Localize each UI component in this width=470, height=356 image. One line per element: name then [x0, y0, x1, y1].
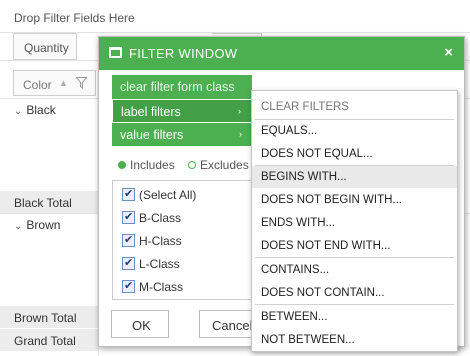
row-total-label: Grand Total — [14, 334, 76, 348]
menu-item-does-not-end-with[interactable]: DOES NOT END WITH... — [252, 235, 457, 257]
row-total-brown: Brown Total — [0, 306, 98, 328]
checkbox-checked-icon[interactable] — [122, 279, 135, 293]
label-filters-item[interactable]: label filters › — [112, 99, 252, 123]
checkbox-checked-icon[interactable] — [122, 233, 135, 247]
includes-label: Includes — [130, 158, 175, 172]
radio-unselected-icon — [188, 161, 196, 169]
filter-funnel-icon[interactable] — [75, 77, 88, 92]
checkbox-checked-icon[interactable] — [122, 210, 135, 224]
menu-item-label: NOT BETWEEN... — [261, 334, 355, 346]
menu-item-ends-with[interactable]: ENDS WITH... — [252, 212, 457, 234]
filter-drop-zone-label: Drop Filter Fields Here — [14, 11, 135, 25]
row-header-brown[interactable]: ⌄ Brown — [14, 218, 60, 232]
value-filters-label: value filters — [120, 128, 184, 142]
list-item-label: B-Class — [139, 211, 182, 225]
filter-window-header[interactable]: FILTER WINDOW × — [99, 37, 464, 70]
menu-item-label: ENDS WITH... — [261, 217, 336, 229]
menu-item-contains[interactable]: CONTAINS... — [252, 259, 457, 281]
menu-item-between[interactable]: BETWEEN... — [252, 306, 457, 328]
list-item-label: H-Class — [139, 234, 182, 248]
label-filters-label: label filters — [121, 105, 181, 119]
menu-divider — [255, 304, 454, 305]
color-field-label: Color — [23, 78, 52, 92]
filter-window-title: FILTER WINDOW — [129, 46, 238, 61]
collapse-chevron-icon[interactable]: ⌄ — [14, 221, 22, 232]
excludes-label: Excludes — [200, 158, 249, 172]
menu-item-does-not-contain[interactable]: DOES NOT CONTAIN... — [252, 282, 457, 304]
list-item-label: (Select All) — [139, 188, 197, 202]
menu-item-not-between[interactable]: NOT BETWEEN... — [252, 329, 457, 351]
menu-item-label: CLEAR FILTERS — [261, 101, 349, 113]
ok-button[interactable]: OK — [111, 310, 169, 338]
menu-item-label: DOES NOT CONTAIN... — [261, 287, 385, 299]
ok-button-label: OK — [132, 318, 151, 333]
menu-item-label: DOES NOT BEGIN WITH... — [261, 194, 402, 206]
chevron-right-icon: › — [239, 129, 242, 139]
row-total-label: Brown Total — [14, 311, 77, 325]
filter-type-menu: clear filter form class label filters › … — [112, 75, 252, 146]
close-icon[interactable]: × — [444, 44, 453, 61]
list-item-label: L-Class — [139, 257, 180, 271]
cancel-button[interactable]: Cancel — [199, 310, 259, 338]
member-list[interactable]: (Select All) B-Class H-Class L-Class M-C… — [112, 180, 272, 300]
quantity-field-label: Quantity — [24, 41, 69, 55]
list-item-label: M-Class — [139, 280, 183, 294]
row-header-label: Black — [26, 103, 56, 117]
quantity-field-button[interactable]: Quantity — [13, 33, 77, 60]
menu-item-label: CONTAINS... — [261, 264, 330, 276]
checkbox-checked-icon[interactable] — [122, 256, 135, 270]
filter-drop-zone[interactable]: Drop Filter Fields Here — [0, 0, 470, 33]
clear-filter-item[interactable]: clear filter form class — [112, 77, 252, 97]
row-total-label: Black Total — [14, 196, 72, 210]
menu-item-label: DOES NOT END WITH... — [261, 240, 391, 252]
menu-item-label: BETWEEN... — [261, 311, 328, 323]
chevron-right-icon: › — [238, 106, 241, 116]
collapse-chevron-icon[interactable]: ⌄ — [14, 106, 22, 117]
menu-item-label: DOES NOT EQUAL... — [261, 148, 373, 160]
sort-ascending-icon[interactable]: ▲ — [59, 78, 68, 88]
label-filter-submenu: CLEAR FILTERS EQUALS... DOES NOT EQUAL..… — [251, 90, 458, 352]
row-total-black: Black Total — [0, 191, 98, 213]
row-grand-total: Grand Total — [0, 329, 98, 351]
row-header-label: Brown — [26, 218, 61, 232]
menu-divider — [255, 257, 454, 258]
menu-item-does-not-begin-with[interactable]: DOES NOT BEGIN WITH... — [252, 189, 457, 211]
excludes-radio[interactable]: Excludes — [188, 158, 249, 172]
radio-selected-icon — [118, 161, 126, 169]
includes-radio[interactable]: Includes — [118, 158, 175, 172]
cancel-button-label: Cancel — [212, 318, 253, 333]
color-field-button[interactable]: Color ▲ — [13, 70, 96, 96]
value-filters-item[interactable]: value filters › — [112, 123, 252, 147]
menu-item-clear-filters[interactable]: CLEAR FILTERS — [252, 96, 457, 118]
menu-item-equals[interactable]: EQUALS... — [252, 120, 457, 142]
row-header-black[interactable]: ⌄ Black — [14, 103, 56, 117]
menu-item-label: BEGINS WITH... — [261, 171, 347, 183]
menu-item-label: EQUALS... — [261, 125, 318, 137]
menu-item-begins-with[interactable]: BEGINS WITH... — [252, 166, 457, 188]
window-icon — [109, 47, 122, 58]
checkbox-checked-icon[interactable] — [122, 187, 135, 201]
menu-item-does-not-equal[interactable]: DOES NOT EQUAL... — [252, 143, 457, 165]
clear-filter-label: clear filter form class — [120, 80, 235, 94]
